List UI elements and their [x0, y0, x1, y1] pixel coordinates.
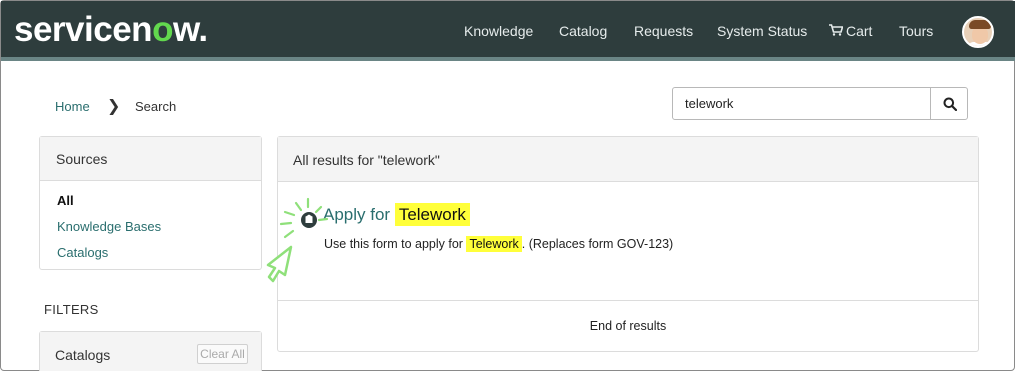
source-all[interactable]: All [57, 193, 74, 208]
top-navigation-bar: servicenow. Knowledge Catalog Requests S… [1, 1, 1015, 61]
result-description: Use this form to apply for Telework. (Re… [324, 236, 674, 252]
search-button[interactable] [930, 87, 968, 120]
nav-knowledge[interactable]: Knowledge [464, 23, 533, 39]
result-title-highlight: Telework [394, 203, 470, 226]
results-panel: All results for "telework" Apply for Tel… [277, 136, 979, 352]
search-input[interactable]: telework [672, 87, 931, 120]
breadcrumb-home-link[interactable]: Home [55, 99, 90, 114]
nav-system-status[interactable]: System Status [717, 23, 807, 39]
logo-text-o: o [152, 10, 173, 49]
catalogs-filter-header[interactable]: Catalogs Clear All [40, 332, 261, 371]
sources-panel-title: Sources [40, 137, 261, 181]
result-desc-suffix: . (Replaces form GOV-123) [521, 237, 674, 251]
magnifier-icon [943, 97, 957, 111]
nav-cart-label: Cart [846, 23, 873, 39]
user-avatar[interactable] [962, 16, 994, 48]
nav-tours[interactable]: Tours [899, 23, 933, 39]
end-of-results: End of results [278, 300, 978, 352]
servicenow-logo[interactable]: servicenow. [14, 10, 208, 50]
click-cursor-icon [266, 197, 329, 283]
catalogs-filter-title: Catalogs [55, 347, 111, 363]
nav-cart[interactable]: Cart [829, 23, 872, 39]
result-desc-highlight: Telework [466, 236, 522, 252]
nav-catalog[interactable]: Catalog [559, 23, 607, 39]
breadcrumb-current: Search [135, 99, 177, 114]
sources-panel: Sources All Knowledge Bases Catalogs [39, 136, 262, 270]
result-title-link[interactable]: Apply for Telework [323, 203, 470, 226]
clear-all-button[interactable]: Clear All [197, 344, 248, 364]
catalogs-filter-panel: Catalogs Clear All [39, 331, 262, 371]
avatar-hair [969, 20, 991, 29]
result-desc-prefix: Use this form to apply for [324, 237, 463, 251]
results-header: All results for "telework" [278, 137, 978, 182]
source-knowledge-bases[interactable]: Knowledge Bases [57, 219, 161, 234]
cart-icon [829, 24, 843, 36]
source-catalogs[interactable]: Catalogs [57, 245, 108, 260]
logo-text-a: servicen [14, 10, 153, 49]
filters-heading: FILTERS [44, 302, 99, 317]
chevron-right-icon: ❯ [107, 98, 121, 115]
nav-requests[interactable]: Requests [634, 23, 693, 39]
logo-text-b: w. [172, 10, 208, 49]
